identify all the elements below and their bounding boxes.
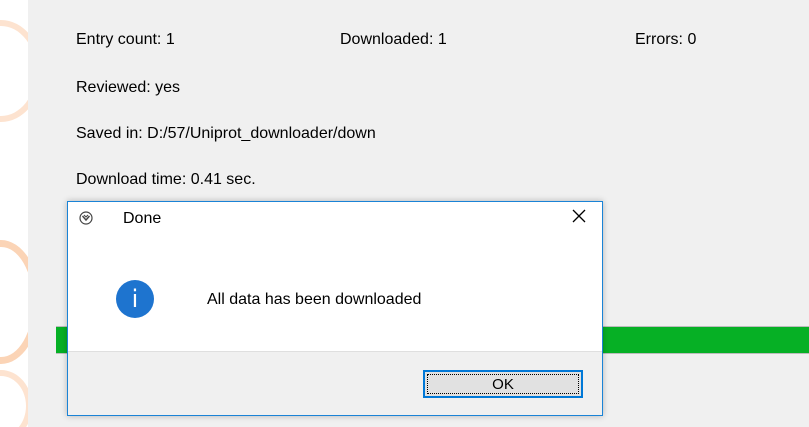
entry-count-label: Entry count: 1 <box>76 31 175 48</box>
message-dialog: Done i All data has been downloaded OK <box>67 201 603 416</box>
errors-count-label: Errors: 0 <box>635 31 697 48</box>
dialog-title: Done <box>123 210 162 227</box>
watermark-arc <box>0 370 28 427</box>
watermark <box>0 0 28 427</box>
ok-button[interactable]: OK <box>423 370 583 398</box>
info-icon: i <box>116 280 154 318</box>
app-icon <box>79 211 93 225</box>
dialog-footer: OK <box>68 351 602 415</box>
downloaded-count-label: Downloaded: 1 <box>340 31 447 48</box>
close-button[interactable] <box>556 202 602 235</box>
focus-ring <box>427 374 579 394</box>
watermark-arc <box>0 240 28 364</box>
close-icon[interactable] <box>571 208 587 229</box>
reviewed-label: Reviewed: yes <box>76 79 181 96</box>
dialog-message: All data has been downloaded <box>207 291 422 308</box>
dialog-body: i All data has been downloaded <box>68 235 602 353</box>
dialog-titlebar[interactable]: Done <box>68 202 602 235</box>
download-time-label: Download time: 0.41 sec. <box>76 171 256 188</box>
saved-in-label: Saved in: D:/57/Uniprot_downloader/down <box>76 125 376 142</box>
watermark-arc <box>0 20 28 122</box>
info-icon-glyph: i <box>131 285 139 313</box>
